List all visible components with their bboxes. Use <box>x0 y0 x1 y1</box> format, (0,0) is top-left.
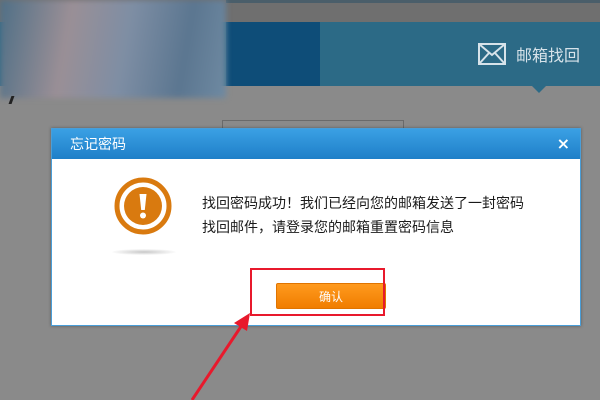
warning-exclamation-icon <box>114 177 172 235</box>
icon-shadow <box>112 249 176 255</box>
background-cursor-mark <box>8 96 26 104</box>
dialog-title: 忘记密码 <box>70 137 126 153</box>
blurred-logo-area <box>0 0 226 98</box>
success-message: 找回密码成功！我们已经向您的邮箱发送了一封密码找回邮件，请登录您的邮箱重置密码信… <box>202 196 524 236</box>
dialog-header: 忘记密码 × <box>52 129 580 159</box>
close-icon[interactable]: × <box>557 134 570 154</box>
background-tab-pointer <box>532 86 546 93</box>
annotation-highlight-box <box>250 268 385 316</box>
background-tab-email-recovery: 邮箱找回 <box>478 30 600 78</box>
mail-icon <box>478 43 506 65</box>
background-input-edge <box>222 120 404 128</box>
background-topline <box>226 0 600 3</box>
background-tab-label: 邮箱找回 <box>516 46 581 65</box>
background-header-block <box>226 22 320 86</box>
